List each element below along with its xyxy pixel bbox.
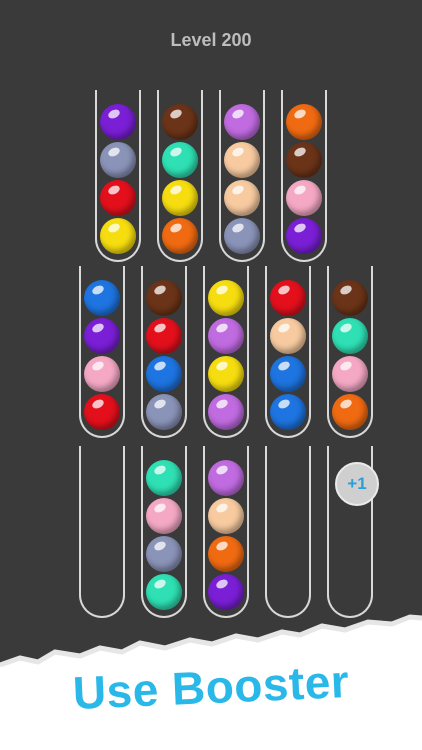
ball-red	[270, 280, 306, 316]
use-booster-banner: Use Booster	[71, 654, 351, 720]
level-title: Level 200	[170, 30, 252, 50]
ball-orange	[332, 394, 368, 430]
ball-slate	[100, 142, 136, 178]
ball-blue	[270, 394, 306, 430]
ball-peach	[208, 498, 244, 534]
ball-lavender	[208, 394, 244, 430]
ball-lavender	[224, 104, 260, 140]
ball-pink	[286, 180, 322, 216]
ball-orange	[286, 104, 322, 140]
tube-10[interactable]	[79, 446, 125, 618]
ball-teal	[332, 318, 368, 354]
ball-pink	[84, 356, 120, 392]
ball-yellow	[208, 280, 244, 316]
ball-teal	[146, 574, 182, 610]
ball-slate	[224, 218, 260, 254]
ball-blue	[146, 356, 182, 392]
ball-purple	[286, 218, 322, 254]
ball-peach	[270, 318, 306, 354]
ball-purple	[84, 318, 120, 354]
ball-brown	[162, 104, 198, 140]
add-tube-button[interactable]: +1	[335, 462, 379, 506]
ball-red	[100, 180, 136, 216]
tube-13[interactable]	[265, 446, 311, 618]
ball-brown	[332, 280, 368, 316]
ball-slate	[146, 536, 182, 572]
ball-teal	[162, 142, 198, 178]
ball-purple	[208, 574, 244, 610]
ball-yellow	[162, 180, 198, 216]
ball-yellow	[100, 218, 136, 254]
ball-red	[84, 394, 120, 430]
ball-peach	[224, 180, 260, 216]
ball-purple	[100, 104, 136, 140]
ball-brown	[286, 142, 322, 178]
ball-brown	[146, 280, 182, 316]
ball-orange	[162, 218, 198, 254]
ball-blue	[84, 280, 120, 316]
ball-orange	[208, 536, 244, 572]
ball-yellow	[208, 356, 244, 392]
ball-lavender	[208, 318, 244, 354]
ball-slate	[146, 394, 182, 430]
ball-teal	[146, 460, 182, 496]
ball-peach	[224, 142, 260, 178]
ball-lavender	[208, 460, 244, 496]
ball-blue	[270, 356, 306, 392]
ball-pink	[146, 498, 182, 534]
ball-red	[146, 318, 182, 354]
ball-pink	[332, 356, 368, 392]
